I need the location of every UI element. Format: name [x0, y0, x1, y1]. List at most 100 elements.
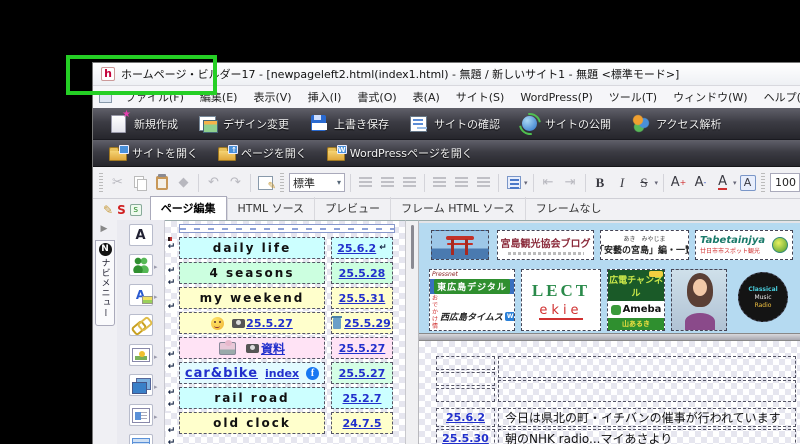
cut-icon[interactable]: ✂	[108, 173, 127, 192]
image-stack-tool-button[interactable]: ▸	[129, 374, 153, 396]
toolbar-grip[interactable]	[280, 173, 284, 193]
chevron-down-icon[interactable]: ▾	[655, 179, 659, 187]
date-cell[interactable]: 25.5.27	[331, 337, 393, 359]
typing-animal-emoji[interactable]	[219, 342, 236, 355]
date-link[interactable]: 25.6.2	[337, 242, 376, 255]
menu-cell-daily-life[interactable]: daily life	[179, 237, 325, 259]
car-bike-link[interactable]: car&bike	[185, 366, 258, 381]
strikethrough-button[interactable]: S	[635, 173, 654, 192]
redo-icon[interactable]: ↷	[226, 173, 245, 192]
indent-decrease-icon[interactable]: ⇤	[539, 173, 558, 192]
align-left-icon[interactable]	[356, 173, 375, 192]
date-link[interactable]: 24.7.5	[343, 417, 382, 430]
people-parts-button[interactable]: ▸	[129, 254, 153, 276]
menu-cell-shiryou[interactable]: 資料	[179, 337, 325, 359]
style-s-icon[interactable]: S	[117, 203, 126, 217]
paragraph-style-select[interactable]: 標準 ▾	[289, 173, 345, 192]
empty-cell[interactable]	[436, 388, 495, 402]
site-publish-button[interactable]: サイトの公開	[514, 112, 621, 135]
design-change-button[interactable]: デザイン変更	[192, 112, 299, 135]
script-icon[interactable]: s	[130, 204, 142, 216]
nav-menu-tab[interactable]: N ナビメニュー	[95, 240, 115, 326]
news-text-cell[interactable]: 朝のNHK radio...マイあさより	[498, 429, 796, 444]
camera-icon[interactable]	[246, 344, 259, 353]
date-cell[interactable]: 24.7.5	[331, 412, 393, 434]
date-link[interactable]: 25.5.28	[339, 267, 386, 280]
empty-cell[interactable]	[436, 372, 495, 386]
miyajima-blog-banner[interactable]: 宮島観光協会ブログ	[497, 230, 594, 260]
zany-face-emoji[interactable]	[211, 317, 224, 330]
table-tool-button[interactable]	[129, 434, 153, 444]
date-cell[interactable]: 25.6.2↵	[331, 237, 393, 259]
zoom-value-field[interactable]: 100	[770, 173, 800, 192]
position-top-icon[interactable]	[430, 173, 449, 192]
menu-insert[interactable]: 挿入(I)	[301, 86, 349, 108]
menu-help[interactable]: ヘルプ(H)	[757, 86, 800, 108]
font-size-increase-button[interactable]: A+	[669, 173, 688, 192]
open-page-button[interactable]: ページを開く	[212, 143, 317, 163]
empty-cell[interactable]	[498, 380, 796, 402]
expand-panel-icon[interactable]: ▶	[95, 222, 113, 236]
news-text-cell[interactable]: 今日は県北の町・イチバンの催事が行われています	[498, 408, 796, 427]
date-link[interactable]: 25.2.7	[343, 392, 382, 405]
news-date-cell[interactable]: 25.5.30	[436, 429, 495, 444]
access-analytics-button[interactable]: アクセス解析	[625, 112, 731, 135]
date-link[interactable]: 25.5.27	[339, 342, 386, 355]
toolbar-grip[interactable]	[761, 173, 765, 193]
tab-frame-html-source[interactable]: フレーム HTML ソース	[390, 197, 525, 220]
date-cell[interactable]: 25.2.7	[331, 387, 393, 409]
text-tool-button[interactable]: A	[129, 224, 153, 246]
tab-html-source[interactable]: HTML ソース	[227, 197, 315, 220]
index-link[interactable]: index	[265, 367, 299, 380]
tab-preview[interactable]: プレビュー	[314, 197, 390, 220]
date-cell[interactable]: 25.5.31	[331, 287, 393, 309]
date-link[interactable]: 25.5.27	[246, 317, 293, 330]
open-wordpress-button[interactable]: W WordPressページを開く	[321, 143, 483, 163]
menu-window[interactable]: ウィンドウ(W)	[666, 86, 754, 108]
layout-parts-button[interactable]: ▸	[129, 404, 153, 426]
facebook-icon[interactable]: f	[306, 367, 319, 380]
menu-cell-car-bike[interactable]: car&bike indexf	[179, 362, 325, 384]
news-section[interactable]: 25.6.2 今日は県北の町・イチバンの催事が行われています 25.5.30 朝…	[419, 341, 800, 444]
left-frame-page[interactable]: ↵ ↵ ↵ ↵ ↵ ↵ ↵ ↵ ↵ ↵ ↵ ↵ daily life 2	[165, 220, 405, 444]
position-bottom-icon[interactable]	[474, 173, 493, 192]
menu-cell-old-clock[interactable]: old clock	[179, 412, 325, 434]
date-cell[interactable]: 25.5.27	[331, 362, 393, 384]
date-link[interactable]: 25.5.29	[344, 317, 391, 330]
date-cell[interactable]: 25.5.29	[331, 312, 393, 334]
hyperlink-tool-button[interactable]	[129, 314, 153, 336]
empty-cell[interactable]	[498, 356, 796, 378]
copy-icon[interactable]	[130, 173, 149, 192]
trash-icon[interactable]	[333, 318, 341, 329]
tab-no-frame[interactable]: フレームなし	[525, 197, 612, 220]
lect-ekie-banner[interactable]: LECT ekie	[521, 269, 601, 331]
news-date-link[interactable]: 25.5.30	[442, 432, 489, 444]
tab-page-edit[interactable]: ページ編集	[150, 196, 227, 220]
right-frame-page[interactable]: 宮島観光協会ブログ あき みやじま 「安藝の宮島」編・一覧 Tabetainjy…	[419, 220, 800, 444]
position-middle-icon[interactable]	[452, 173, 471, 192]
site-check-button[interactable]: サイトの確認	[403, 112, 510, 135]
portrait-photo[interactable]	[671, 269, 727, 331]
menu-cell-photos[interactable]: 25.5.27	[179, 312, 325, 334]
shiryou-link[interactable]: 資料	[261, 340, 285, 357]
menu-tools[interactable]: ツール(T)	[602, 86, 664, 108]
news-date-cell[interactable]: 25.6.2	[436, 408, 495, 427]
date-link[interactable]: 25.5.27	[339, 367, 386, 380]
align-center-icon[interactable]	[378, 173, 397, 192]
bold-button[interactable]: B	[591, 173, 610, 192]
toolbar-grip[interactable]	[99, 173, 103, 193]
camera-icon[interactable]	[232, 319, 245, 328]
menu-cell-my-weekend[interactable]: my weekend	[179, 287, 325, 309]
indent-increase-icon[interactable]: ⇥	[561, 173, 580, 192]
menu-view[interactable]: 表示(V)	[246, 86, 298, 108]
miyajima-torii-photo[interactable]	[431, 230, 489, 260]
chevron-down-icon[interactable]: ▾	[524, 179, 528, 187]
menu-cell-4-seasons[interactable]: 4 seasons	[179, 262, 325, 284]
menu-wordpress[interactable]: WordPress(P)	[513, 88, 599, 107]
hiroden-channel-banner[interactable]: 広電チャンネル Ameba 山あるき	[607, 269, 665, 331]
save-button[interactable]: 上書き保存	[303, 112, 399, 135]
font-color-button[interactable]: A	[713, 173, 732, 192]
tabetainjya-banner[interactable]: Tabetainjya 廿日市市スポット観光	[695, 230, 793, 260]
pen-icon[interactable]: ✎	[103, 203, 113, 217]
date-cell[interactable]: 25.5.28	[331, 262, 393, 284]
